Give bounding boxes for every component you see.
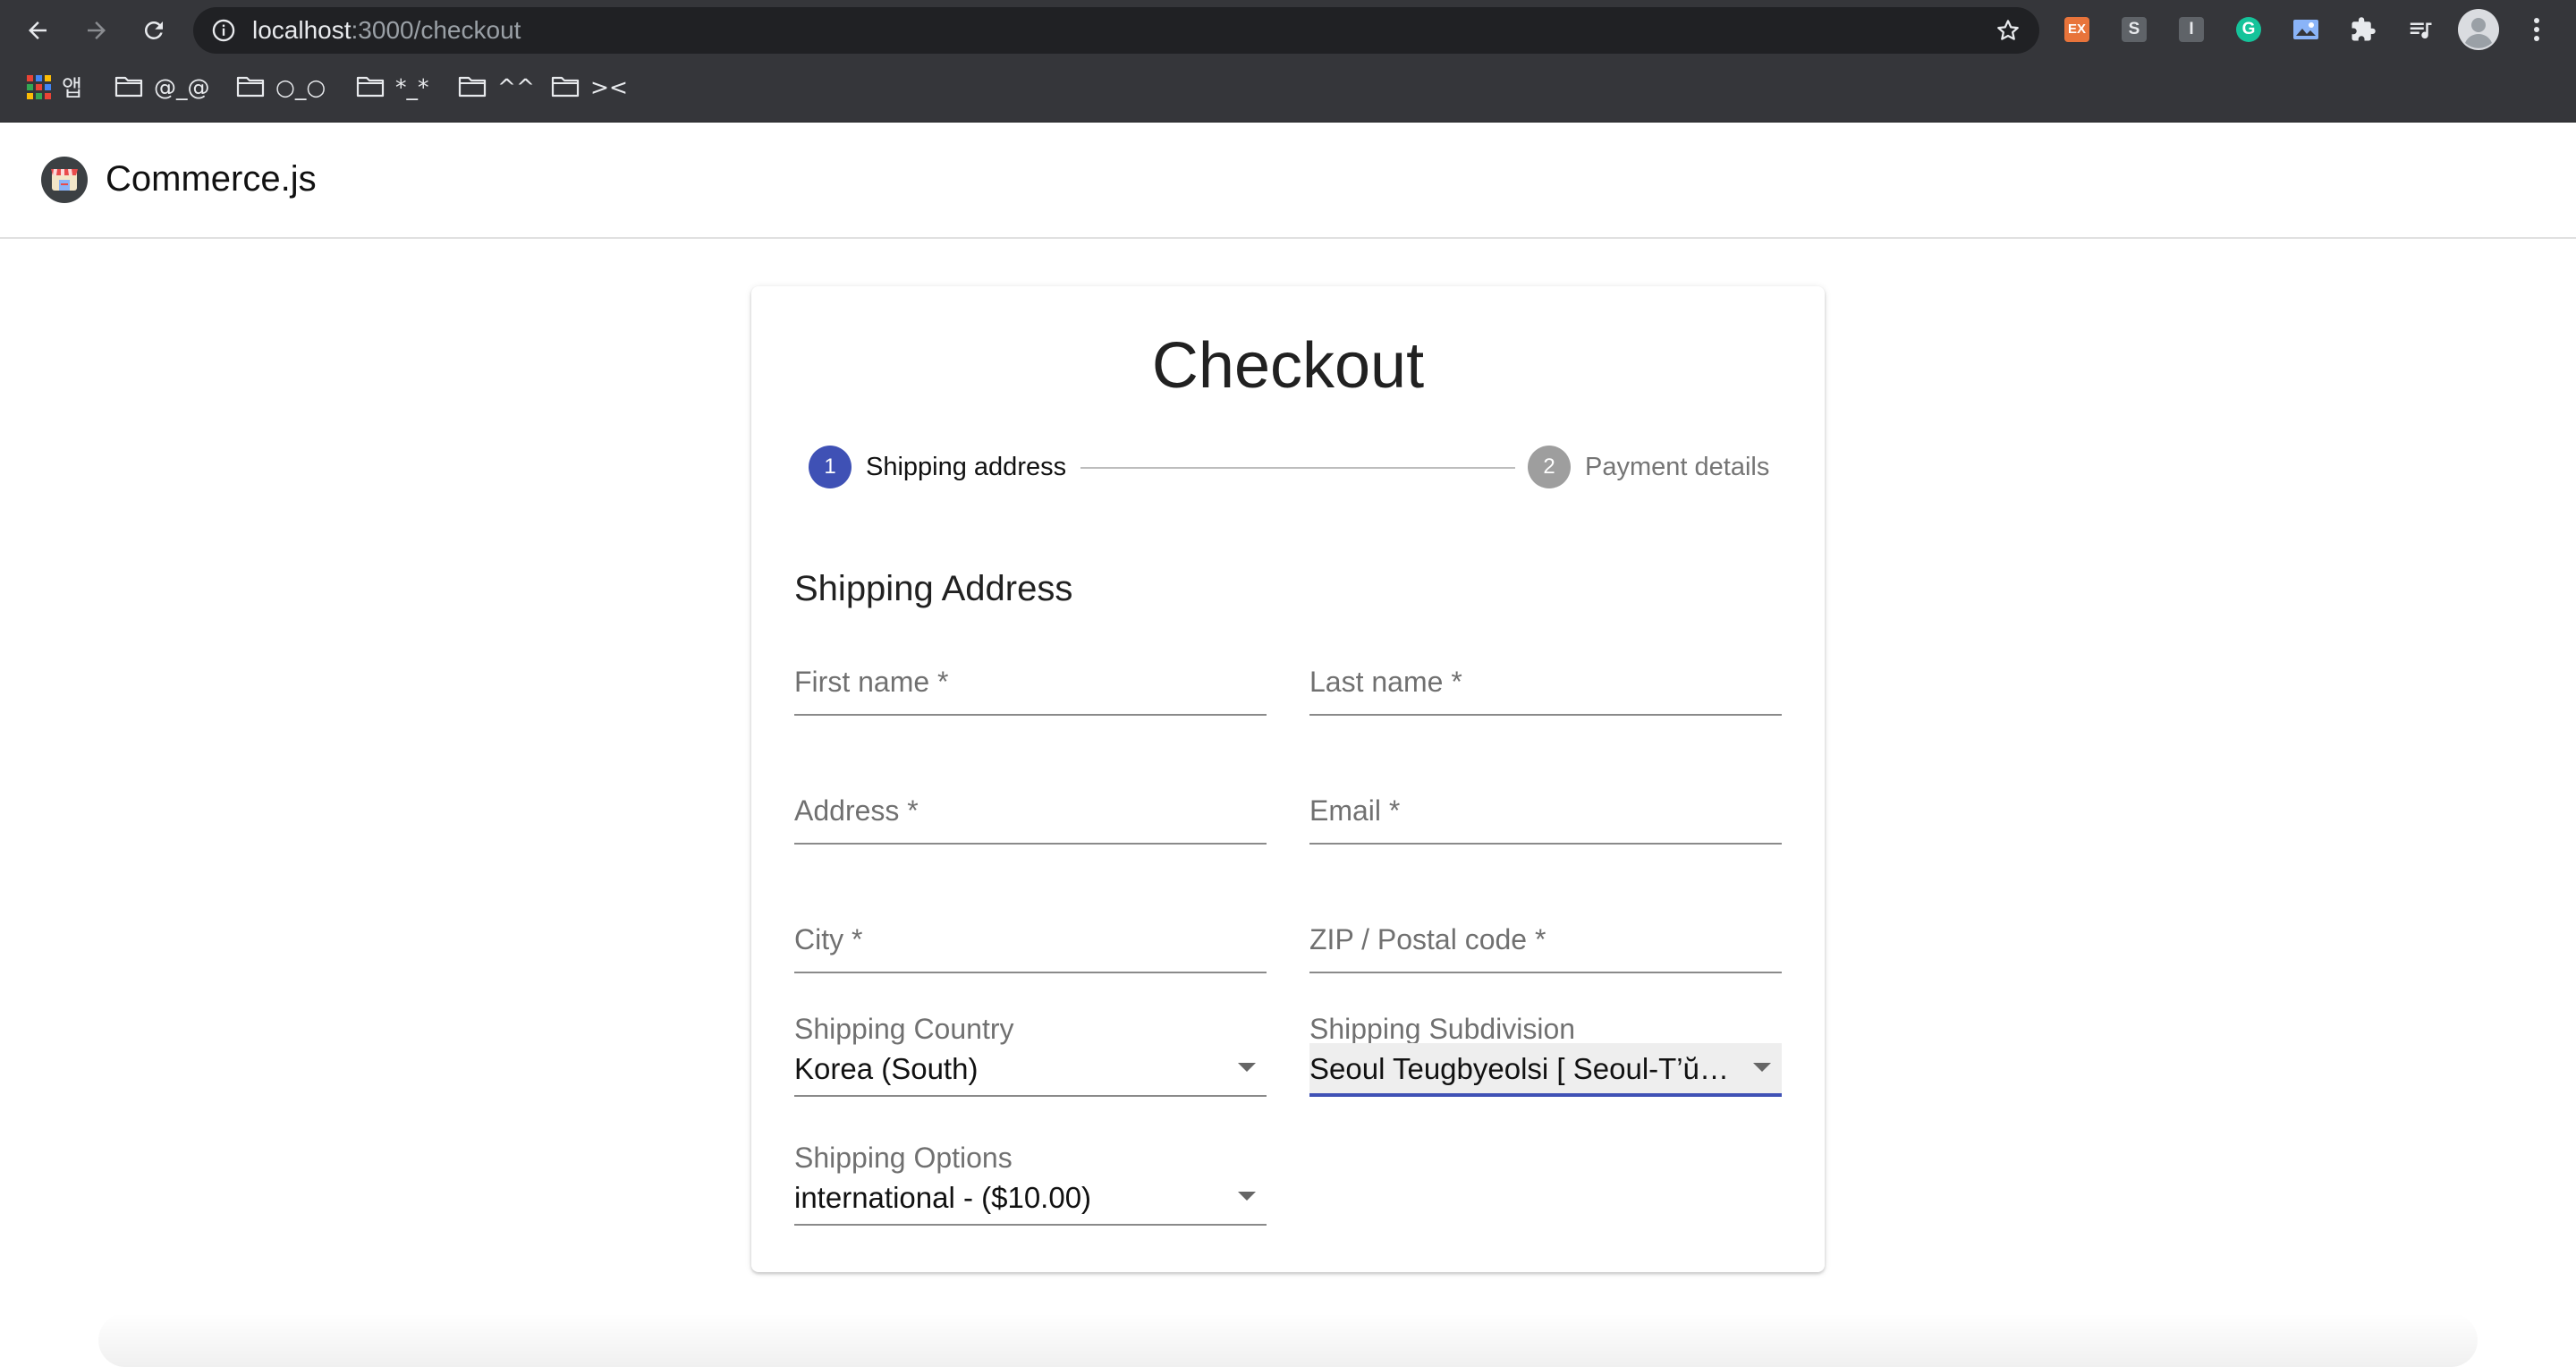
email-field[interactable]: Email * bbox=[1309, 773, 1782, 845]
profile-avatar-button[interactable] bbox=[2458, 9, 2499, 50]
last-name-label: Last name * bbox=[1309, 666, 1462, 698]
kebab-menu-icon bbox=[2534, 18, 2539, 41]
image-extension-icon[interactable] bbox=[2292, 15, 2320, 44]
shipping-subdivision-value[interactable]: Seoul Teugbyeolsi [ Seoul-T’ŭkpyŏlshi ] bbox=[1309, 1043, 1782, 1095]
shipping-country-label: Shipping Country bbox=[794, 1013, 1014, 1045]
bookmark-label: 앱 bbox=[62, 75, 83, 101]
bookmark-label: @_@ bbox=[154, 73, 210, 100]
bookmark-label: *_* bbox=[395, 73, 429, 100]
i-extension-icon[interactable]: I bbox=[2177, 15, 2206, 44]
puzzle-icon bbox=[2351, 17, 2376, 41]
folder-icon bbox=[551, 76, 580, 98]
info-icon[interactable] bbox=[211, 18, 236, 43]
s-extension-icon[interactable]: S bbox=[2120, 15, 2148, 44]
i-extension-label: I bbox=[2179, 17, 2204, 42]
shipping-subdivision-select[interactable]: Shipping Subdivision Seoul Teugbyeolsi [… bbox=[1309, 1011, 1782, 1104]
avatar-icon bbox=[2458, 9, 2499, 50]
app-header: Commerce.js bbox=[0, 123, 2576, 239]
address-label: Address * bbox=[794, 794, 919, 827]
step-1-icon: 1 bbox=[809, 446, 852, 488]
dropdown-arrow-icon[interactable] bbox=[1238, 1192, 1256, 1201]
bookmark-folder[interactable]: @_@ bbox=[114, 68, 210, 106]
field-underline bbox=[1309, 972, 1782, 973]
address-bar[interactable]: localhost:3000/checkout bbox=[193, 7, 2039, 54]
shipping-options-select[interactable]: Shipping Options international - ($10.00… bbox=[794, 1140, 1267, 1233]
shipping-options-label: Shipping Options bbox=[794, 1142, 1013, 1174]
footer-shadow bbox=[98, 1313, 2478, 1367]
zip-label: ZIP / Postal code * bbox=[1309, 923, 1546, 955]
browser-toolbar: localhost:3000/checkout EX S I G 앱 @_@ ○… bbox=[0, 0, 2576, 123]
field-underline bbox=[794, 843, 1267, 845]
step-2-label: Payment details bbox=[1585, 453, 1770, 481]
image-icon bbox=[2293, 20, 2318, 39]
field-underline bbox=[1309, 714, 1782, 716]
bookmark-folder[interactable]: ^^ bbox=[458, 68, 535, 106]
city-field[interactable]: City * bbox=[794, 902, 1267, 973]
shipping-country-value[interactable]: Korea (South) bbox=[794, 1043, 1267, 1095]
folder-icon bbox=[356, 76, 385, 98]
url-path: :3000/checkout bbox=[351, 16, 521, 44]
last-name-field[interactable]: Last name * bbox=[1309, 644, 1782, 716]
field-underline bbox=[794, 714, 1267, 716]
bookmark-apps[interactable]: 앱 bbox=[27, 68, 82, 106]
select-underline bbox=[794, 1095, 1267, 1097]
checkout-card: Checkout 1 Shipping address 2 Payment de… bbox=[751, 286, 1825, 1272]
field-underline bbox=[1309, 843, 1782, 845]
select-underline bbox=[794, 1224, 1267, 1226]
field-underline bbox=[794, 972, 1267, 973]
browser-menu-button[interactable] bbox=[2522, 15, 2551, 44]
shipping-address-heading: Shipping Address bbox=[794, 569, 1073, 608]
step-2-icon: 2 bbox=[1528, 446, 1571, 488]
city-label: City * bbox=[794, 923, 863, 955]
store-logo-icon[interactable] bbox=[41, 157, 88, 203]
brand-title[interactable]: Commerce.js bbox=[106, 154, 317, 204]
grammarly-label: G bbox=[2236, 17, 2261, 42]
playlist-icon bbox=[2410, 22, 2432, 39]
bookmark-label: ○_○ bbox=[275, 73, 326, 100]
stepper-connector bbox=[1080, 467, 1515, 469]
address-field[interactable]: Address * bbox=[794, 773, 1267, 845]
shipping-country-select[interactable]: Shipping Country Korea (South) bbox=[794, 1011, 1267, 1104]
first-name-label: First name * bbox=[794, 666, 949, 698]
bookmark-folder[interactable]: >< bbox=[551, 68, 628, 106]
forward-arrow-icon bbox=[88, 21, 106, 39]
bookmark-folder[interactable]: *_* bbox=[356, 68, 429, 106]
bookmark-folder[interactable]: ○_○ bbox=[236, 68, 326, 106]
grammarly-icon[interactable]: G bbox=[2234, 15, 2263, 44]
bookmark-star-icon[interactable] bbox=[1995, 17, 2021, 44]
dropdown-arrow-icon[interactable] bbox=[1238, 1063, 1256, 1072]
url-text: localhost:3000/checkout bbox=[252, 7, 521, 54]
folder-icon bbox=[458, 76, 487, 98]
dropdown-arrow-icon[interactable] bbox=[1753, 1063, 1771, 1072]
media-control-button[interactable] bbox=[2406, 15, 2435, 44]
bookmarks-bar: 앱 @_@ ○_○ *_* ^^ >< bbox=[0, 68, 2576, 106]
shipping-options-value[interactable]: international - ($10.00) bbox=[794, 1172, 1267, 1224]
reload-icon bbox=[144, 21, 163, 39]
page-title: Checkout bbox=[1151, 330, 1425, 402]
shipping-subdivision-label: Shipping Subdivision bbox=[1309, 1013, 1576, 1045]
folder-icon bbox=[236, 76, 265, 98]
first-name-field[interactable]: First name * bbox=[794, 644, 1267, 716]
s-extension-label: S bbox=[2122, 17, 2147, 42]
bookmark-label: >< bbox=[590, 73, 628, 100]
ex-extension-icon[interactable]: EX bbox=[2063, 15, 2091, 44]
ex-extension-label: EX bbox=[2064, 17, 2089, 42]
apps-grid-icon bbox=[27, 74, 51, 99]
back-button[interactable] bbox=[18, 11, 57, 50]
select-underline-focused bbox=[1309, 1093, 1782, 1097]
folder-icon bbox=[114, 76, 143, 98]
url-host: localhost bbox=[252, 16, 352, 44]
bookmark-label: ^^ bbox=[497, 73, 535, 100]
reload-button[interactable] bbox=[134, 11, 174, 50]
email-label: Email * bbox=[1309, 794, 1401, 827]
back-arrow-icon bbox=[29, 21, 47, 39]
step-1-label: Shipping address bbox=[866, 453, 1067, 481]
forward-button[interactable] bbox=[77, 11, 116, 50]
extensions-puzzle-button[interactable] bbox=[2349, 15, 2377, 44]
zip-field[interactable]: ZIP / Postal code * bbox=[1309, 902, 1782, 973]
